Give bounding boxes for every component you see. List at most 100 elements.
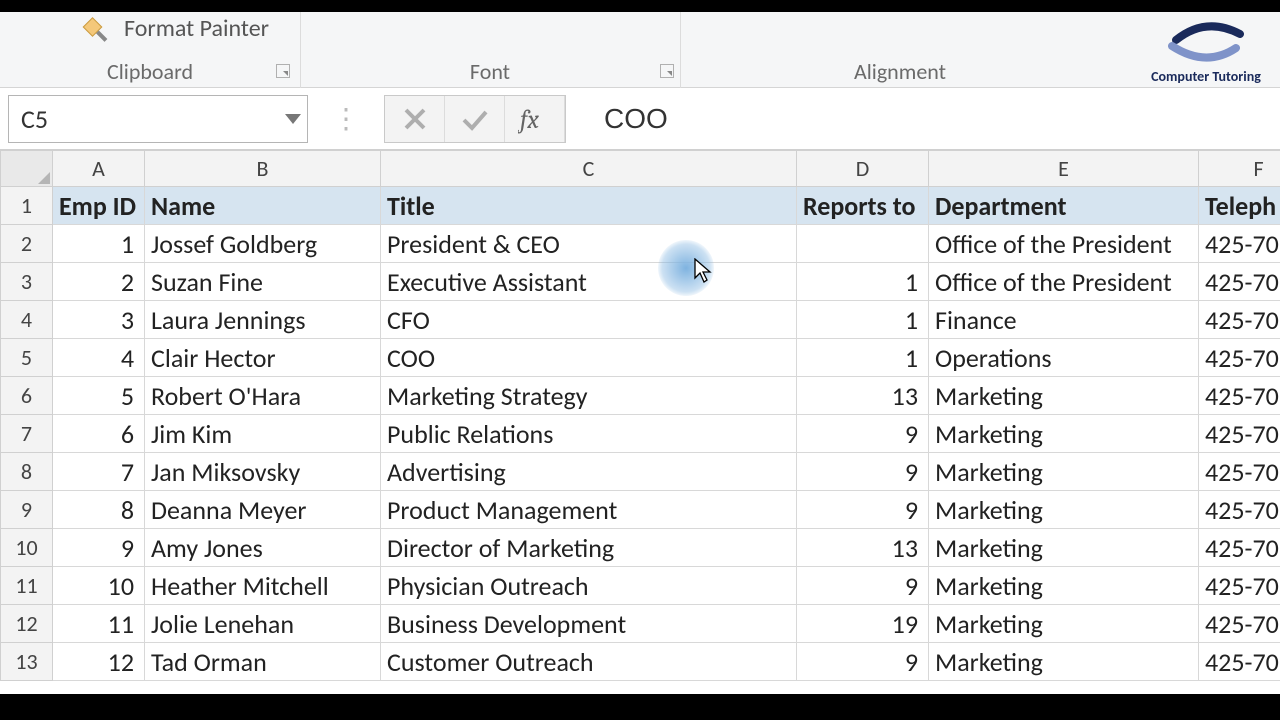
- cell[interactable]: 425-70: [1199, 529, 1280, 567]
- cell[interactable]: 7: [53, 453, 145, 491]
- cell[interactable]: 9: [797, 415, 929, 453]
- cell[interactable]: Suzan Fine: [145, 263, 381, 301]
- cell[interactable]: CFO: [381, 301, 797, 339]
- cell[interactable]: Tad Orman: [145, 643, 381, 681]
- cell[interactable]: 4: [53, 339, 145, 377]
- cell[interactable]: [797, 225, 929, 263]
- cell[interactable]: Customer Outreach: [381, 643, 797, 681]
- row-header[interactable]: 6: [1, 377, 53, 415]
- cell[interactable]: Robert O'Hara: [145, 377, 381, 415]
- format-painter-icon[interactable]: [83, 9, 120, 46]
- cell[interactable]: Product Management: [381, 491, 797, 529]
- cell[interactable]: Office of the President: [929, 263, 1199, 301]
- cell[interactable]: Public Relations: [381, 415, 797, 453]
- row-header[interactable]: 13: [1, 643, 53, 681]
- cell[interactable]: Clair Hector: [145, 339, 381, 377]
- cell[interactable]: 425-70: [1199, 301, 1280, 339]
- cell[interactable]: 425-70: [1199, 415, 1280, 453]
- cell[interactable]: Marketing: [929, 529, 1199, 567]
- insert-function-button[interactable]: fx: [505, 96, 565, 142]
- column-header[interactable]: C: [381, 151, 797, 187]
- cell[interactable]: Teleph: [1199, 187, 1280, 225]
- cell[interactable]: Jolie Lenehan: [145, 605, 381, 643]
- cell[interactable]: COO: [381, 339, 797, 377]
- cell[interactable]: Department: [929, 187, 1199, 225]
- cell[interactable]: Operations: [929, 339, 1199, 377]
- row-header[interactable]: 4: [1, 301, 53, 339]
- cell[interactable]: Marketing: [929, 453, 1199, 491]
- cell[interactable]: 13: [797, 377, 929, 415]
- cell[interactable]: 1: [797, 339, 929, 377]
- cell[interactable]: 425-70: [1199, 263, 1280, 301]
- cell[interactable]: 425-70: [1199, 491, 1280, 529]
- chevron-down-icon[interactable]: [285, 114, 301, 124]
- cell[interactable]: 425-70: [1199, 567, 1280, 605]
- cell[interactable]: 10: [53, 567, 145, 605]
- font-dialog-launcher-icon[interactable]: [660, 64, 674, 78]
- cell[interactable]: 12: [53, 643, 145, 681]
- row-header[interactable]: 5: [1, 339, 53, 377]
- cell[interactable]: 425-70: [1199, 643, 1280, 681]
- cell[interactable]: Reports to: [797, 187, 929, 225]
- cell[interactable]: Jim Kim: [145, 415, 381, 453]
- cell[interactable]: Marketing: [929, 491, 1199, 529]
- format-painter-button[interactable]: Format Painter: [124, 14, 269, 43]
- cell[interactable]: 2: [53, 263, 145, 301]
- row-header[interactable]: 12: [1, 605, 53, 643]
- cell[interactable]: Marketing: [929, 377, 1199, 415]
- row-header[interactable]: 7: [1, 415, 53, 453]
- cell[interactable]: Emp ID: [53, 187, 145, 225]
- cell[interactable]: 9: [797, 453, 929, 491]
- cell[interactable]: Deanna Meyer: [145, 491, 381, 529]
- column-header[interactable]: E: [929, 151, 1199, 187]
- cell[interactable]: 425-70: [1199, 453, 1280, 491]
- cell[interactable]: 19: [797, 605, 929, 643]
- cell[interactable]: 11: [53, 605, 145, 643]
- formula-input[interactable]: [590, 95, 1272, 143]
- cell[interactable]: 5: [53, 377, 145, 415]
- cell[interactable]: Executive Assistant: [381, 263, 797, 301]
- column-header[interactable]: D: [797, 151, 929, 187]
- cell[interactable]: Business Development: [381, 605, 797, 643]
- row-header[interactable]: 10: [1, 529, 53, 567]
- cell[interactable]: Advertising: [381, 453, 797, 491]
- cell[interactable]: Marketing: [929, 605, 1199, 643]
- select-all-button[interactable]: [1, 151, 53, 187]
- name-box[interactable]: C5: [8, 95, 308, 143]
- clipboard-dialog-launcher-icon[interactable]: [276, 64, 290, 78]
- cancel-formula-button[interactable]: [385, 96, 445, 142]
- cell[interactable]: 9: [53, 529, 145, 567]
- cell[interactable]: Marketing: [929, 567, 1199, 605]
- cell[interactable]: President & CEO: [381, 225, 797, 263]
- cell[interactable]: Name: [145, 187, 381, 225]
- column-header[interactable]: A: [53, 151, 145, 187]
- cell[interactable]: 425-70: [1199, 225, 1280, 263]
- cell[interactable]: 1: [53, 225, 145, 263]
- spreadsheet-grid[interactable]: A B C D E F 1 Emp ID Name Title Reports …: [0, 150, 1280, 681]
- cell[interactable]: 425-70: [1199, 339, 1280, 377]
- cell[interactable]: 9: [797, 567, 929, 605]
- row-header[interactable]: 1: [1, 187, 53, 225]
- column-header[interactable]: F: [1199, 151, 1280, 187]
- cell[interactable]: 1: [797, 263, 929, 301]
- cell[interactable]: Heather Mitchell: [145, 567, 381, 605]
- cell[interactable]: Physician Outreach: [381, 567, 797, 605]
- cell[interactable]: Office of the President: [929, 225, 1199, 263]
- cell[interactable]: Director of Marketing: [381, 529, 797, 567]
- cell[interactable]: 3: [53, 301, 145, 339]
- enter-formula-button[interactable]: [445, 96, 505, 142]
- cell[interactable]: Jossef Goldberg: [145, 225, 381, 263]
- cell[interactable]: 425-70: [1199, 605, 1280, 643]
- cell[interactable]: 1: [797, 301, 929, 339]
- row-header[interactable]: 8: [1, 453, 53, 491]
- cell[interactable]: Laura Jennings: [145, 301, 381, 339]
- column-header[interactable]: B: [145, 151, 381, 187]
- cell[interactable]: 9: [797, 491, 929, 529]
- row-header[interactable]: 9: [1, 491, 53, 529]
- cell[interactable]: Amy Jones: [145, 529, 381, 567]
- cell[interactable]: 9: [797, 643, 929, 681]
- cell[interactable]: 6: [53, 415, 145, 453]
- cell[interactable]: Title: [381, 187, 797, 225]
- cell[interactable]: 13: [797, 529, 929, 567]
- cell[interactable]: Marketing Strategy: [381, 377, 797, 415]
